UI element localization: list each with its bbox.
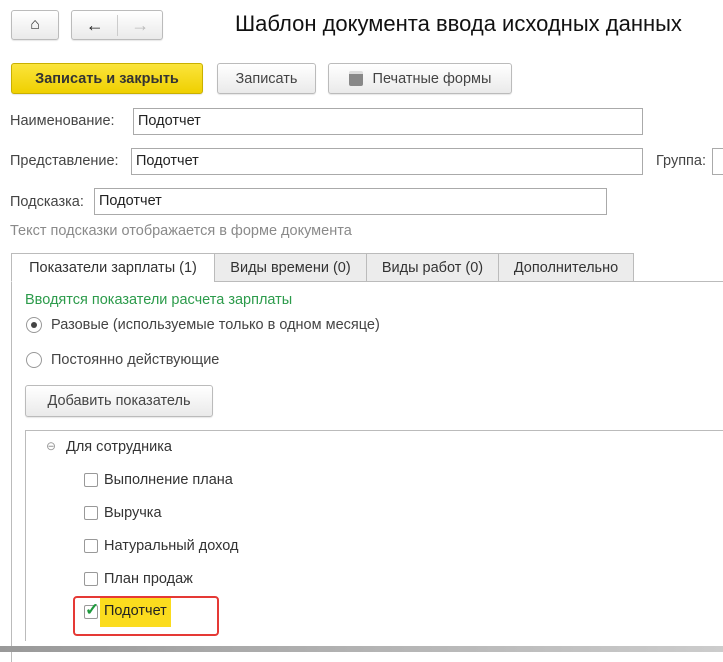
view-label: Представление: <box>10 153 119 169</box>
radio-once[interactable] <box>26 317 42 333</box>
save-close-button[interactable]: Записать и закрыть <box>11 63 203 94</box>
printer-icon <box>348 71 363 86</box>
checkbox-natural-income[interactable] <box>84 539 98 553</box>
home-button[interactable]: ⌂ <box>11 10 59 40</box>
group-label: Группа: <box>656 153 706 169</box>
print-forms-label: Печатные формы <box>372 70 492 87</box>
collapse-icon[interactable]: ⊖ <box>46 439 56 453</box>
hint-input[interactable]: Подотчет <box>94 188 607 215</box>
checkbox-plan-execution[interactable] <box>84 473 98 487</box>
home-icon: ⌂ <box>30 16 40 33</box>
radio-permanent-label: Постоянно действующие <box>51 352 220 368</box>
group-input[interactable] <box>712 148 723 175</box>
item-plan-execution: Выполнение плана <box>104 472 233 488</box>
save-button[interactable]: Записать <box>217 63 316 94</box>
indicators-heading: Вводятся показатели расчета зарплаты <box>25 292 293 308</box>
hint-note: Текст подсказки отображается в форме док… <box>10 223 352 239</box>
item-sales-plan: План продаж <box>104 571 193 587</box>
tree-group-employee: Для сотрудника <box>66 439 172 455</box>
back-button[interactable]: ← <box>72 14 119 36</box>
hint-label: Подсказка: <box>10 194 84 210</box>
checkbox-sales-plan[interactable] <box>84 572 98 586</box>
radio-permanent[interactable] <box>26 352 42 368</box>
nav-group: ← → <box>71 10 163 40</box>
item-natural-income: Натуральный доход <box>104 538 239 554</box>
tab-salary-indicators[interactable]: Показатели зарплаты (1) <box>11 253 215 282</box>
add-indicator-button[interactable]: Добавить показатель <box>25 385 213 417</box>
tab-time-types[interactable]: Виды времени (0) <box>214 253 367 282</box>
view-input[interactable]: Подотчет <box>131 148 643 175</box>
radio-once-label: Разовые (используемые только в одном мес… <box>51 317 380 333</box>
tab-work-types[interactable]: Виды работ (0) <box>366 253 499 282</box>
tab-additional[interactable]: Дополнительно <box>498 253 634 282</box>
name-label: Наименование: <box>10 113 115 129</box>
print-forms-button[interactable]: Печатные формы <box>328 63 512 94</box>
page-title: Шаблон документа ввода исходных данных <box>235 11 682 36</box>
item-revenue: Выручка <box>104 505 162 521</box>
annotation-highlight-box <box>73 596 219 636</box>
forward-button[interactable]: → <box>118 15 162 36</box>
bottom-bar <box>0 646 723 652</box>
checkbox-revenue[interactable] <box>84 506 98 520</box>
name-input[interactable]: Подотчет <box>133 108 643 135</box>
